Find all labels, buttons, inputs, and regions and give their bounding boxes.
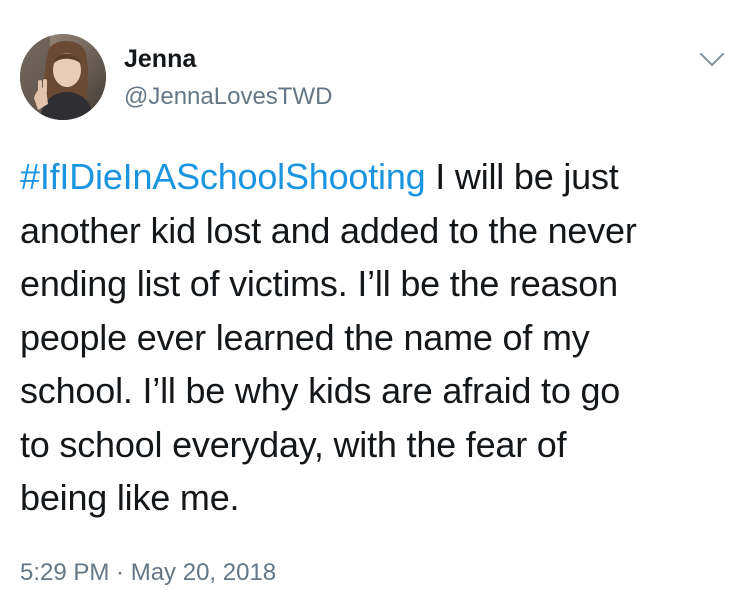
author-display-name[interactable]: Jenna	[124, 44, 196, 74]
tweet-text-line: school. I’ll be why kids are afraid to g…	[20, 370, 621, 411]
author-handle[interactable]: @JennaLovesTWD	[124, 83, 332, 111]
tweet-timestamp[interactable]: 5:29 PM · May 20, 2018	[20, 558, 276, 588]
tweet-text-line: people ever learned the name of my	[20, 316, 590, 358]
tweet-text: #IfIDieInASchoolShooting I will be just …	[20, 150, 735, 525]
tweet-text-line: another kid lost and added to the never	[20, 209, 637, 251]
avatar-photo	[20, 34, 106, 120]
tweet-card: Jenna @JennaLovesTWD #IfIDieInASchoolSho…	[0, 0, 750, 609]
tweet-text-line: ending list of victims. I’ll be the reas…	[20, 263, 618, 304]
tweet-text-line: being like me.	[20, 477, 240, 518]
chevron-down-icon	[699, 52, 725, 67]
tweet-text-line: to school everyday, with the fear of	[20, 423, 567, 465]
hashtag-link[interactable]: #IfIDieInASchoolShooting	[20, 156, 426, 197]
tweet-text-line: #IfIDieInASchoolShooting I will be just	[20, 150, 735, 204]
avatar[interactable]	[20, 34, 106, 120]
tweet-menu-button[interactable]	[694, 48, 730, 72]
tweet-text-segment: I will be just	[425, 156, 619, 197]
